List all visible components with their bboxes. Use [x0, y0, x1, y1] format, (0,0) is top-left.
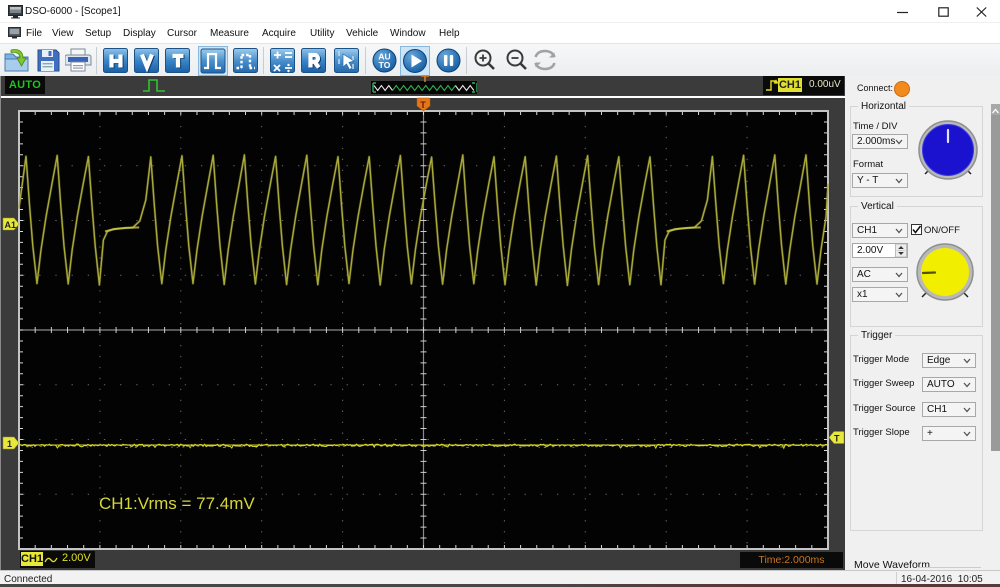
svg-text:T: T: [834, 434, 840, 444]
svg-text:CH1:Vrms = 77.4mV: CH1:Vrms = 77.4mV: [99, 494, 255, 513]
svg-text:TO: TO: [379, 60, 391, 70]
svg-text:T: T: [420, 100, 426, 110]
svg-text:A1: A1: [5, 220, 17, 230]
svg-text:1: 1: [7, 439, 12, 449]
